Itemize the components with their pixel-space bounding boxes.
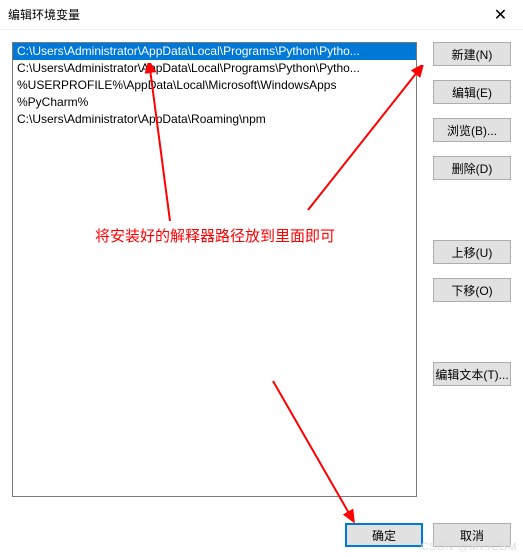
moveup-button[interactable]: 上移(U) bbox=[433, 240, 511, 264]
new-button[interactable]: 新建(N) bbox=[433, 42, 511, 66]
list-item[interactable]: %USERPROFILE%\AppData\Local\Microsoft\Wi… bbox=[13, 77, 416, 94]
close-icon: ✕ bbox=[494, 5, 507, 25]
list-item[interactable]: C:\Users\Administrator\AppData\Roaming\n… bbox=[13, 111, 416, 128]
list-item[interactable]: C:\Users\Administrator\AppData\Local\Pro… bbox=[13, 60, 416, 77]
action-buttons: 新建(N) 编辑(E) 浏览(B)... 删除(D) 上移(U) 下移(O) 编… bbox=[433, 42, 511, 386]
title-bar: 编辑环境变量 ✕ bbox=[0, 0, 523, 30]
close-button[interactable]: ✕ bbox=[478, 0, 523, 30]
browse-button[interactable]: 浏览(B)... bbox=[433, 118, 511, 142]
edit-button[interactable]: 编辑(E) bbox=[433, 80, 511, 104]
edittext-button[interactable]: 编辑文本(T)... bbox=[433, 362, 511, 386]
dialog-content: C:\Users\Administrator\AppData\Local\Pro… bbox=[0, 30, 523, 557]
cancel-button[interactable]: 取消 bbox=[433, 523, 511, 547]
movedown-button[interactable]: 下移(O) bbox=[433, 278, 511, 302]
delete-button[interactable]: 删除(D) bbox=[433, 156, 511, 180]
list-item[interactable]: %PyCharm% bbox=[13, 94, 416, 111]
footer-buttons: 确定 取消 bbox=[345, 523, 511, 547]
ok-button[interactable]: 确定 bbox=[345, 523, 423, 547]
list-item[interactable]: C:\Users\Administrator\AppData\Local\Pro… bbox=[13, 43, 416, 60]
window-title: 编辑环境变量 bbox=[8, 6, 80, 23]
path-list[interactable]: C:\Users\Administrator\AppData\Local\Pro… bbox=[12, 42, 417, 497]
